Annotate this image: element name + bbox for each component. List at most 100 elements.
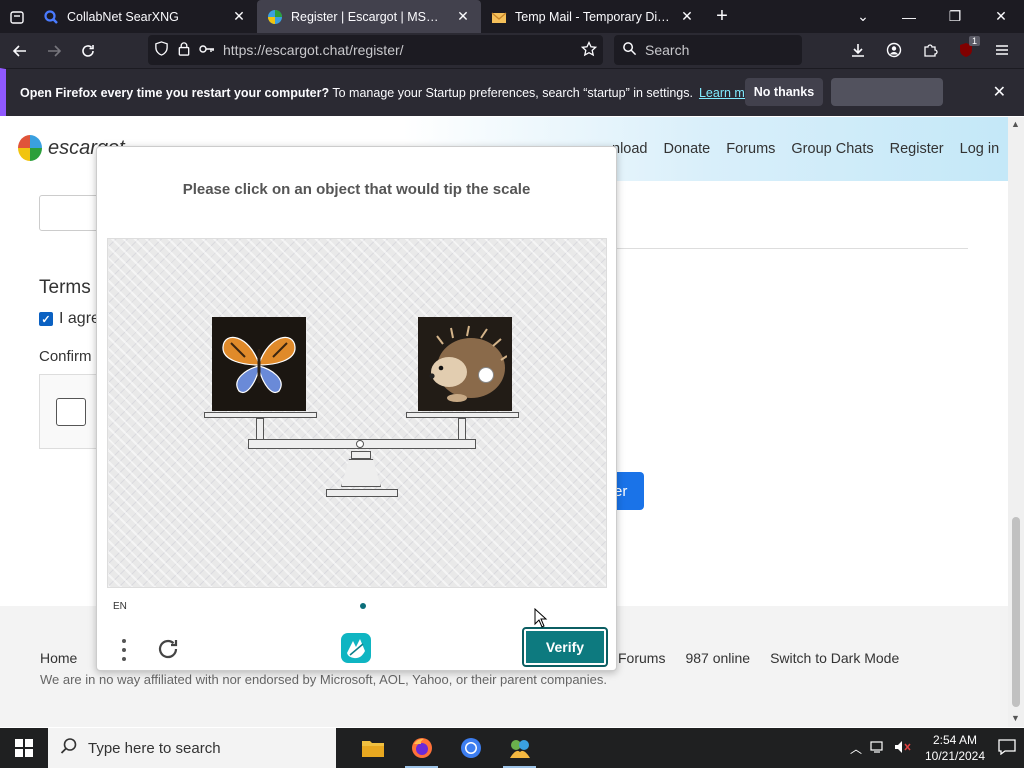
progress-dot [360, 603, 366, 609]
nav-donate[interactable]: Donate [663, 141, 710, 157]
dark-mode-toggle[interactable]: Switch to Dark Mode [770, 650, 899, 666]
terms-heading: Terms [39, 277, 91, 298]
scroll-up-icon[interactable]: ▲ [1011, 119, 1020, 129]
lock-icon[interactable] [177, 41, 191, 59]
shield-icon[interactable] [154, 41, 169, 59]
key-permissions-icon[interactable] [199, 42, 215, 59]
taskbar-clock[interactable]: 2:54 AM 10/21/2024 [920, 732, 990, 764]
restore-button[interactable]: ❐ [932, 0, 978, 33]
close-notification-icon[interactable]: ✕ [993, 82, 1006, 102]
agree-label: I agre [59, 310, 100, 327]
back-button[interactable] [4, 36, 36, 66]
volume-muted-icon[interactable] [894, 740, 912, 757]
tab-title: CollabNet SearXNG [67, 9, 179, 24]
clock-time: 2:54 AM [932, 733, 978, 747]
scale-stand [351, 451, 371, 459]
minimize-button[interactable]: — [886, 0, 932, 33]
network-icon[interactable] [870, 740, 886, 757]
nav-forums[interactable]: Forums [726, 141, 775, 157]
nav-group-chats[interactable]: Group Chats [791, 141, 873, 157]
system-tray: ︿ 2:54 AM 10/21/2024 [850, 728, 1024, 768]
url-bar[interactable]: https://escargot.chat/register/ [148, 35, 603, 65]
scrollbar-thumb[interactable] [1012, 517, 1020, 707]
tab-title: Register | Escargot | MSN Messen [291, 9, 447, 24]
toolbar-icons: 1 [842, 35, 1018, 65]
hcaptcha-logo-icon[interactable] [339, 631, 373, 665]
refresh-challenge-icon[interactable] [155, 636, 181, 662]
confirm-label: Confirm [39, 348, 92, 365]
footer-forums-link[interactable]: Forums [618, 650, 665, 666]
new-tab-button[interactable]: + [705, 0, 739, 33]
selection-marker [478, 367, 494, 383]
search-icon [60, 737, 78, 759]
captcha-checkbox[interactable] [56, 398, 86, 426]
nav-register[interactable]: Register [890, 141, 944, 157]
close-window-button[interactable]: ✕ [978, 0, 1024, 33]
tab-register[interactable]: Register | Escargot | MSN Messen ✕ [257, 0, 481, 33]
escargot-logo-icon [18, 135, 42, 161]
scale-base [341, 459, 381, 487]
language-selector[interactable]: EN [113, 601, 127, 612]
firefox-icon[interactable] [397, 728, 446, 768]
taskbar-search[interactable]: Type here to search [48, 728, 336, 768]
nav-download[interactable]: nload [612, 141, 647, 157]
reload-button[interactable] [72, 36, 104, 66]
url-text[interactable]: https://escargot.chat/register/ [223, 42, 573, 58]
scroll-down-icon[interactable]: ▼ [1011, 713, 1020, 723]
startup-notification-bar: Open Firefox every time you restart your… [0, 68, 1024, 116]
challenge-image [107, 238, 607, 588]
challenge-prompt: Please click on an object that would tip… [182, 181, 531, 198]
clock-date: 10/21/2024 [924, 749, 986, 763]
nav-login[interactable]: Log in [960, 141, 1000, 157]
tab-bar: CollabNet SearXNG ✕ Register | Escargot … [0, 0, 1024, 33]
escargot-favicon-icon [267, 9, 283, 25]
footer-disclaimer: We are in no way affiliated with nor end… [40, 672, 608, 687]
no-thanks-button[interactable]: No thanks [745, 78, 823, 106]
close-tab-icon[interactable]: ✕ [679, 8, 695, 25]
downloads-icon[interactable] [842, 35, 874, 65]
page-scrollbar[interactable]: ▲ ▼ [1008, 117, 1024, 727]
verify-button[interactable]: Verify [522, 627, 608, 667]
site-nav: nload Donate Forums Group Chats Register… [612, 141, 999, 157]
forward-button[interactable] [38, 36, 70, 66]
start-windows-icon[interactable] [0, 728, 48, 768]
search-bar[interactable]: Search [614, 35, 802, 65]
extensions-puzzle-icon[interactable] [914, 35, 946, 65]
agree-terms[interactable]: ✓ I agre [39, 310, 100, 328]
close-tab-icon[interactable]: ✕ [231, 8, 247, 25]
windows-taskbar: Type here to search ︿ 2:54 AM 10/21/2024 [0, 728, 1024, 768]
tab-tempmail[interactable]: Temp Mail - Temporary Disposab ✕ [481, 0, 705, 33]
escargot-app-icon[interactable] [495, 728, 544, 768]
app-menu-hamburger-icon[interactable] [986, 35, 1018, 65]
account-icon[interactable] [878, 35, 910, 65]
tab-list-icon[interactable] [0, 0, 33, 33]
chrome-icon[interactable] [446, 728, 495, 768]
search-placeholder: Search [645, 42, 690, 58]
notification-message: Open Firefox every time you restart your… [20, 86, 763, 100]
bookmark-star-icon[interactable] [580, 40, 598, 60]
file-explorer-icon[interactable] [348, 728, 397, 768]
hedgehog-icon [429, 325, 507, 402]
ublock-extension-icon[interactable]: 1 [950, 35, 982, 65]
envelope-favicon-icon [491, 9, 507, 25]
taskbar-search-placeholder: Type here to search [88, 739, 221, 757]
footer-links: Forums 987 online Switch to Dark Mode [618, 650, 899, 666]
hcaptcha-challenge-modal: Please click on an object that would tip… [96, 146, 617, 671]
notification-bold-text: Open Firefox every time you restart your… [20, 85, 330, 100]
set-startup-button[interactable] [831, 78, 943, 106]
hedgehog-object[interactable] [418, 317, 512, 411]
tab-title: Temp Mail - Temporary Disposab [515, 9, 671, 24]
notification-text: To manage your Startup preferences, sear… [329, 85, 693, 100]
notifications-icon[interactable] [998, 738, 1016, 758]
butterfly-object[interactable] [212, 317, 306, 411]
list-all-tabs-chevron-icon[interactable]: ⌄ [840, 0, 886, 33]
mouse-cursor-icon [534, 608, 548, 628]
close-tab-icon[interactable]: ✕ [455, 8, 471, 25]
tray-chevron-up-icon[interactable]: ︿ [850, 740, 862, 757]
scale-foot [326, 489, 398, 497]
taskbar-apps [348, 728, 544, 768]
agree-checkbox[interactable]: ✓ [39, 312, 53, 326]
tab-searxng[interactable]: CollabNet SearXNG ✕ [33, 0, 257, 33]
footer-home-link[interactable]: Home [40, 650, 77, 666]
captcha-menu-icon[interactable] [117, 637, 131, 663]
